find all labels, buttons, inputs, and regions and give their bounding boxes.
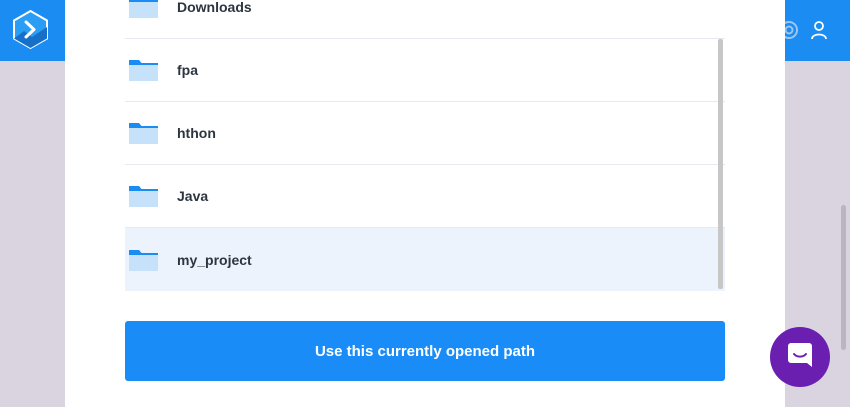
folder-icon — [129, 121, 158, 145]
folder-icon — [129, 58, 158, 82]
folder-item-label: Downloads — [177, 0, 252, 15]
chat-bubble-icon — [786, 341, 814, 374]
folder-picker-modal: Downloads fpa hthon Java my_project Use … — [65, 0, 785, 407]
folder-list-scrollbar[interactable] — [718, 39, 723, 289]
chevron-right-logo-icon[interactable] — [10, 9, 51, 50]
folder-icon — [129, 184, 158, 208]
folder-list: Downloads fpa hthon Java my_project — [125, 0, 725, 291]
folder-item-label: fpa — [177, 62, 198, 78]
folder-item-my-project[interactable]: my_project — [125, 228, 725, 291]
page-scrollbar[interactable] — [841, 205, 846, 350]
folder-item-label: Java — [177, 188, 209, 204]
user-icon[interactable] — [809, 20, 829, 40]
chat-launcher-button[interactable] — [770, 327, 830, 387]
use-current-path-button[interactable]: Use this currently opened path — [125, 321, 725, 381]
folder-item-fpa[interactable]: fpa — [125, 39, 725, 102]
folder-item-label: hthon — [177, 125, 216, 141]
folder-item-downloads[interactable]: Downloads — [125, 0, 725, 39]
folder-item-label: my_project — [177, 251, 252, 268]
folder-item-java[interactable]: Java — [125, 165, 725, 228]
folder-item-hthon[interactable]: hthon — [125, 102, 725, 165]
folder-icon — [129, 248, 158, 272]
folder-icon — [129, 0, 158, 19]
